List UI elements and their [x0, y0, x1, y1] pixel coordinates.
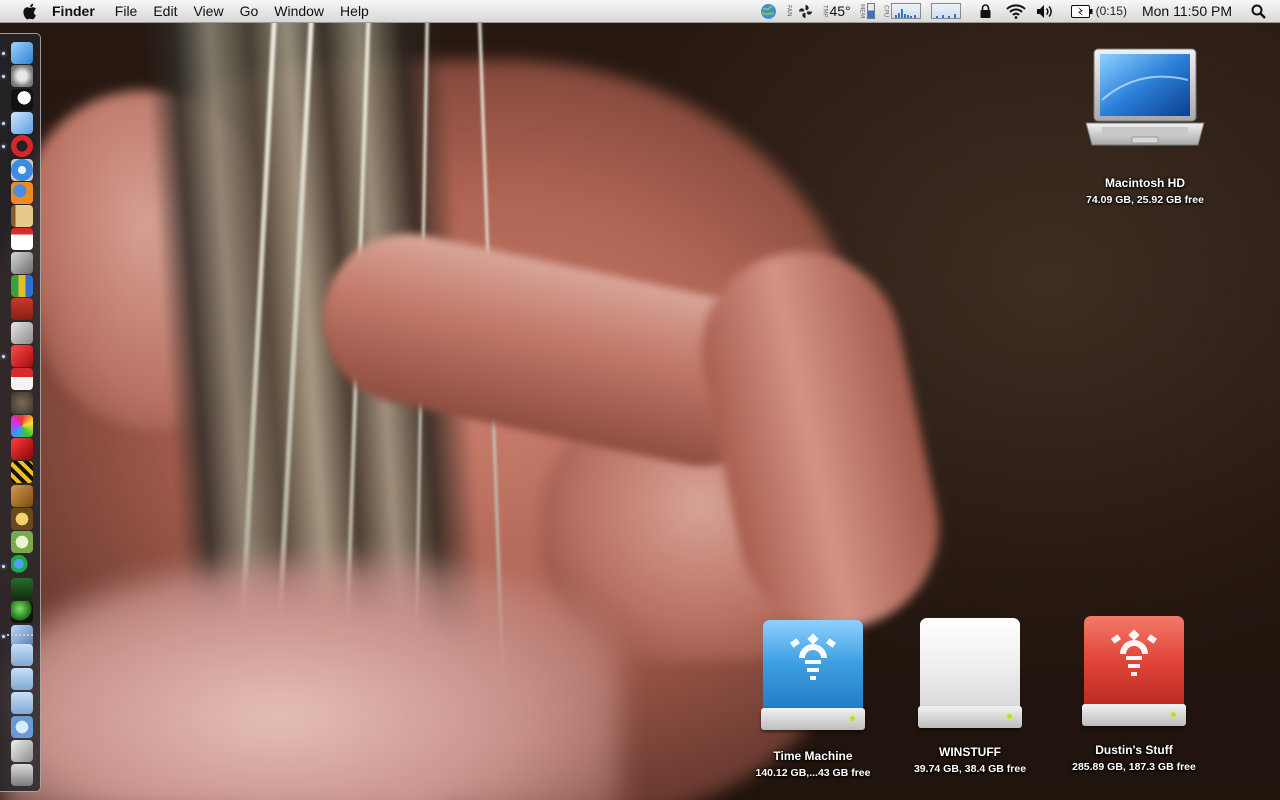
icon-capacity: 285.89 GB, 187.3 GB free: [1072, 761, 1196, 773]
menu-help[interactable]: Help: [332, 0, 377, 22]
running-indicator: [2, 564, 5, 568]
laptop-icon: [1085, 48, 1205, 146]
running-indicator: [2, 145, 5, 149]
pictures-stack-icon[interactable]: [11, 740, 33, 762]
finder-icon[interactable]: [11, 42, 33, 64]
clapper-icon[interactable]: [11, 461, 33, 484]
menu-clock[interactable]: Mon 11:50 PM: [1142, 3, 1232, 19]
firefox-icon[interactable]: [11, 181, 33, 204]
icon-capacity: 39.74 GB, 38.4 GB free: [913, 763, 1027, 775]
running-indicator: [2, 52, 5, 55]
menu-view[interactable]: View: [185, 0, 231, 22]
ical-icon[interactable]: [11, 228, 33, 251]
utility-icon[interactable]: [11, 577, 33, 600]
network-folder-icon[interactable]: [11, 716, 33, 738]
fan-label: FAN: [785, 5, 793, 17]
network-graph-icon[interactable]: [930, 0, 961, 22]
globe-icon[interactable]: [760, 0, 777, 22]
fan-sensor-label: FAN: [784, 0, 793, 22]
green-orb-icon[interactable]: [11, 601, 33, 624]
menu-finder[interactable]: Finder: [52, 0, 103, 22]
battery-icon[interactable]: (0:15): [1070, 0, 1127, 22]
drive-body: [920, 618, 1020, 714]
icon-capacity: 140.12 GB,...43 GB free: [755, 767, 871, 779]
cpu-graph-icon[interactable]: [890, 0, 921, 22]
desktop-icon-macintosh-hd[interactable]: Macintosh HD 74.09 GB, 25.92 GB free: [1075, 45, 1215, 206]
dock-separator: [7, 634, 35, 636]
spotlight-search-icon[interactable]: [1251, 0, 1266, 22]
icon-label: WINSTUFF: [939, 745, 1001, 759]
desktop-icon-winstuff[interactable]: WINSTUFF 39.74 GB, 38.4 GB free: [905, 618, 1035, 775]
guitar-icon[interactable]: [11, 484, 33, 507]
battery-time: (0:15): [1095, 4, 1127, 18]
cpu-sensor-label: CPU: [882, 0, 890, 22]
menu-edit[interactable]: Edit: [145, 0, 185, 22]
temp-label: TMP: [821, 4, 829, 18]
menu-go[interactable]: Go: [232, 0, 267, 22]
garageband-icon[interactable]: [11, 508, 33, 530]
firewire-drive-icon: [761, 620, 865, 732]
running-indicator: [2, 634, 5, 638]
drive-led-icon: [850, 716, 855, 721]
menu-window[interactable]: Window: [266, 0, 332, 22]
photo-booth-icon[interactable]: [11, 298, 33, 321]
firewire-drive-icon: [1082, 616, 1186, 728]
system-preferences-icon[interactable]: [11, 65, 33, 88]
activity-monitor-icon[interactable]: [11, 275, 33, 297]
dock: [0, 33, 41, 792]
desktop-icon-time-machine[interactable]: Time Machine 140.12 GB,...43 GB free: [748, 620, 878, 779]
icon-label: Dustin's Stuff: [1095, 743, 1173, 757]
chess-icon[interactable]: [11, 321, 33, 344]
documents-folder-icon[interactable]: [11, 668, 33, 690]
desktop-icon-dustins-stuff[interactable]: Dustin's Stuff 285.89 GB, 187.3 GB free: [1068, 616, 1200, 773]
mem-sensor-label: MEM: [858, 0, 866, 22]
address-book-icon[interactable]: [11, 205, 33, 228]
menu-file[interactable]: File: [107, 0, 146, 22]
calendar-1917-icon[interactable]: [11, 368, 33, 391]
icon-label: Macintosh HD: [1104, 176, 1185, 190]
icon-capacity: 74.09 GB, 25.92 GB free: [1086, 194, 1204, 206]
running-indicator: [2, 121, 5, 125]
opera-icon[interactable]: [11, 135, 33, 158]
script-editor-icon[interactable]: [11, 251, 33, 274]
imovie-icon[interactable]: [11, 438, 33, 461]
mem-label: MEM: [858, 3, 866, 19]
trash-icon[interactable]: [11, 764, 33, 786]
color-picker-icon[interactable]: [11, 414, 33, 437]
gimp-icon[interactable]: [11, 391, 33, 414]
menu-bar: Finder File Edit View Go Window Help FAN…: [0, 0, 1280, 23]
apple-menu-icon[interactable]: [20, 2, 38, 20]
volume-icon[interactable]: [1036, 0, 1054, 22]
script-f-icon[interactable]: [11, 531, 33, 554]
running-indicator: [2, 354, 5, 358]
camino-icon[interactable]: [11, 88, 33, 111]
lock-icon[interactable]: [980, 0, 991, 22]
drive-led-icon: [1171, 712, 1176, 717]
temp-sensor-label: TMP: [820, 0, 829, 22]
running-indicator: [2, 75, 5, 79]
external-drive-icon: [918, 618, 1022, 730]
applications-folder-icon[interactable]: [11, 644, 33, 666]
cpu-label: CPU: [882, 4, 890, 18]
memory-bar-icon[interactable]: [866, 0, 875, 22]
temperature-readout[interactable]: 45°: [829, 0, 850, 22]
wifi-icon[interactable]: [1005, 0, 1026, 22]
menu-extras: FAN TMP 45° MEM CPU (0:15) Mon 11:50 PM: [755, 0, 1280, 22]
preview-icon[interactable]: [11, 111, 33, 134]
flash-icon[interactable]: [11, 344, 33, 367]
downloads-folder-icon[interactable]: [11, 692, 33, 714]
safari-icon[interactable]: [11, 158, 33, 181]
messenger-icon[interactable]: [11, 554, 33, 577]
drive-led-icon: [1007, 714, 1012, 719]
fan-icon[interactable]: [798, 0, 813, 22]
icon-label: Time Machine: [773, 749, 853, 763]
